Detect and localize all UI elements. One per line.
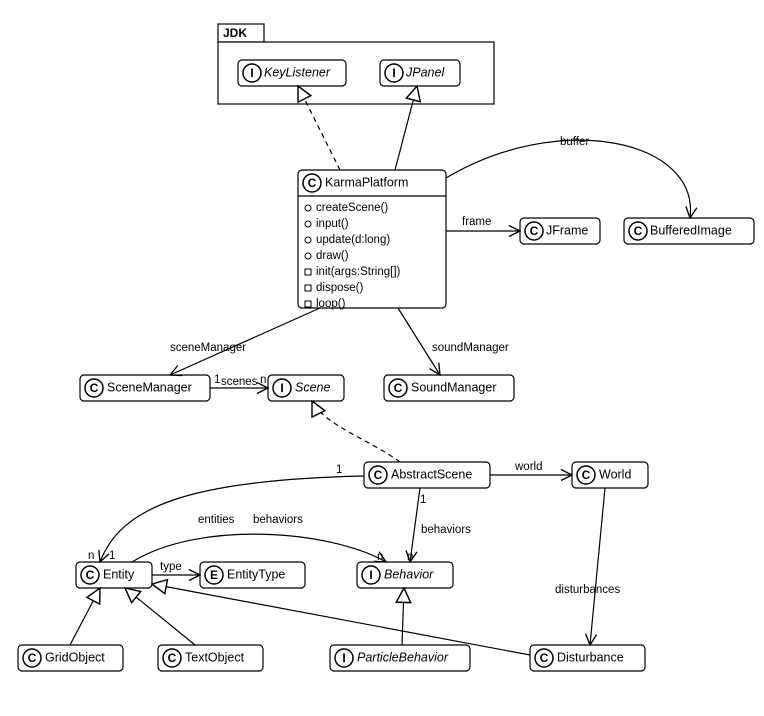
edge-label: behaviors	[421, 524, 471, 536]
node-entitytype: E EntityType	[200, 562, 305, 588]
node-scene: I Scene	[268, 375, 344, 401]
node-jframe: C JFrame	[520, 218, 600, 244]
mult-label: 1	[420, 494, 426, 506]
edge-gridobj-entity	[70, 588, 100, 645]
svg-text:C: C	[90, 381, 99, 395]
svg-text:ParticleBehavior: ParticleBehavior	[357, 650, 449, 664]
node-behavior: I Behavior	[357, 562, 453, 588]
svg-text:C: C	[86, 568, 95, 582]
svg-text:C: C	[28, 651, 37, 665]
svg-text:C: C	[168, 651, 177, 665]
svg-text:C: C	[634, 224, 643, 238]
edge-disturbance-entity	[152, 584, 530, 655]
mult-label: n	[88, 550, 94, 562]
svg-text:I: I	[369, 568, 372, 582]
svg-text:C: C	[394, 381, 403, 395]
edge-particlebeh-behavior	[402, 588, 404, 645]
mult-label: n	[407, 551, 413, 563]
svg-text:loop(): loop()	[316, 298, 346, 310]
edge-karma-buffer	[446, 140, 691, 218]
svg-text:Scene: Scene	[295, 380, 330, 394]
edge-world-disturbance	[590, 488, 605, 645]
svg-text:BufferedImage: BufferedImage	[650, 223, 732, 237]
node-particlebehavior: I ParticleBehavior	[330, 645, 470, 671]
svg-text:GridObject: GridObject	[45, 650, 105, 664]
node-soundmanager: C SoundManager	[384, 375, 514, 401]
package-label: JDK	[223, 26, 247, 40]
svg-text:I: I	[280, 381, 283, 395]
edge-label: behaviors	[253, 514, 303, 526]
svg-text:World: World	[599, 467, 631, 481]
node-abstractscene: C AbstractScene	[364, 462, 490, 488]
svg-text:JPanel: JPanel	[405, 65, 445, 79]
svg-text:I: I	[342, 651, 345, 665]
mult-label: n	[260, 374, 266, 386]
edge-abscene-scene	[312, 401, 400, 462]
node-entity: C Entity	[76, 562, 152, 588]
svg-text:C: C	[582, 468, 591, 482]
edge-textobj-entity	[125, 588, 195, 645]
node-textobject: C TextObject	[158, 645, 263, 671]
svg-text:I: I	[250, 66, 253, 80]
svg-text:input(): input()	[316, 218, 349, 230]
svg-text:SoundManager: SoundManager	[411, 380, 496, 394]
node-bufferedimage: C BufferedImage	[624, 218, 754, 244]
svg-text:dispose(): dispose()	[316, 282, 363, 294]
edge-label: scenes	[221, 376, 258, 388]
mult-label: 1	[336, 464, 342, 476]
svg-text:C: C	[308, 176, 317, 190]
node-scenemanager: C SceneManager	[80, 375, 210, 401]
mult-label: 1	[214, 374, 220, 386]
mult-label: n	[377, 551, 383, 563]
method-row: createScene()	[305, 202, 388, 214]
edge-label: entities	[198, 514, 235, 526]
svg-text:EntityType: EntityType	[227, 567, 285, 581]
svg-text:JFrame: JFrame	[546, 223, 588, 237]
uml-diagram: JDK I KeyListener I JPanel C KarmaPlatfo…	[0, 0, 764, 716]
svg-text:init(args:String[]): init(args:String[])	[316, 266, 401, 278]
node-karmaplatform: C KarmaPlatform createScene() input() up…	[298, 170, 446, 310]
svg-text:KeyListener: KeyListener	[264, 65, 331, 79]
method-row: update(d:long)	[305, 234, 390, 246]
method-row: init(args:String[])	[305, 266, 401, 278]
edge-label: soundManager	[432, 342, 509, 354]
svg-text:SceneManager: SceneManager	[107, 380, 192, 394]
mult-label: 1	[109, 550, 115, 562]
edge-label: world	[514, 461, 542, 473]
node-gridobject: C GridObject	[18, 645, 123, 671]
node-jpanel: I JPanel	[380, 60, 460, 86]
svg-text:Entity: Entity	[103, 567, 135, 581]
svg-text:C: C	[540, 651, 549, 665]
svg-text:createScene(): createScene()	[316, 202, 388, 214]
svg-text:update(d:long): update(d:long)	[316, 234, 390, 246]
svg-text:Disturbance: Disturbance	[557, 650, 624, 664]
node-world: C World	[572, 462, 648, 488]
svg-text:Behavior: Behavior	[384, 567, 434, 581]
svg-text:C: C	[374, 468, 383, 482]
svg-text:KarmaPlatform: KarmaPlatform	[325, 175, 408, 189]
svg-text:TextObject: TextObject	[185, 650, 245, 664]
svg-text:E: E	[210, 568, 218, 582]
svg-text:AbstractScene: AbstractScene	[391, 467, 472, 481]
edge-label: type	[160, 561, 182, 573]
svg-text:I: I	[392, 66, 395, 80]
edge-label: frame	[462, 216, 491, 228]
edge-label: sceneManager	[170, 342, 246, 354]
svg-text:draw(): draw()	[316, 250, 349, 262]
svg-text:C: C	[530, 224, 539, 238]
node-keylistener: I KeyListener	[238, 60, 346, 86]
edge-entity-behavior	[132, 534, 386, 562]
edge-label: disturbances	[555, 584, 620, 596]
node-disturbance: C Disturbance	[530, 645, 645, 671]
edge-label: buffer	[560, 136, 589, 148]
